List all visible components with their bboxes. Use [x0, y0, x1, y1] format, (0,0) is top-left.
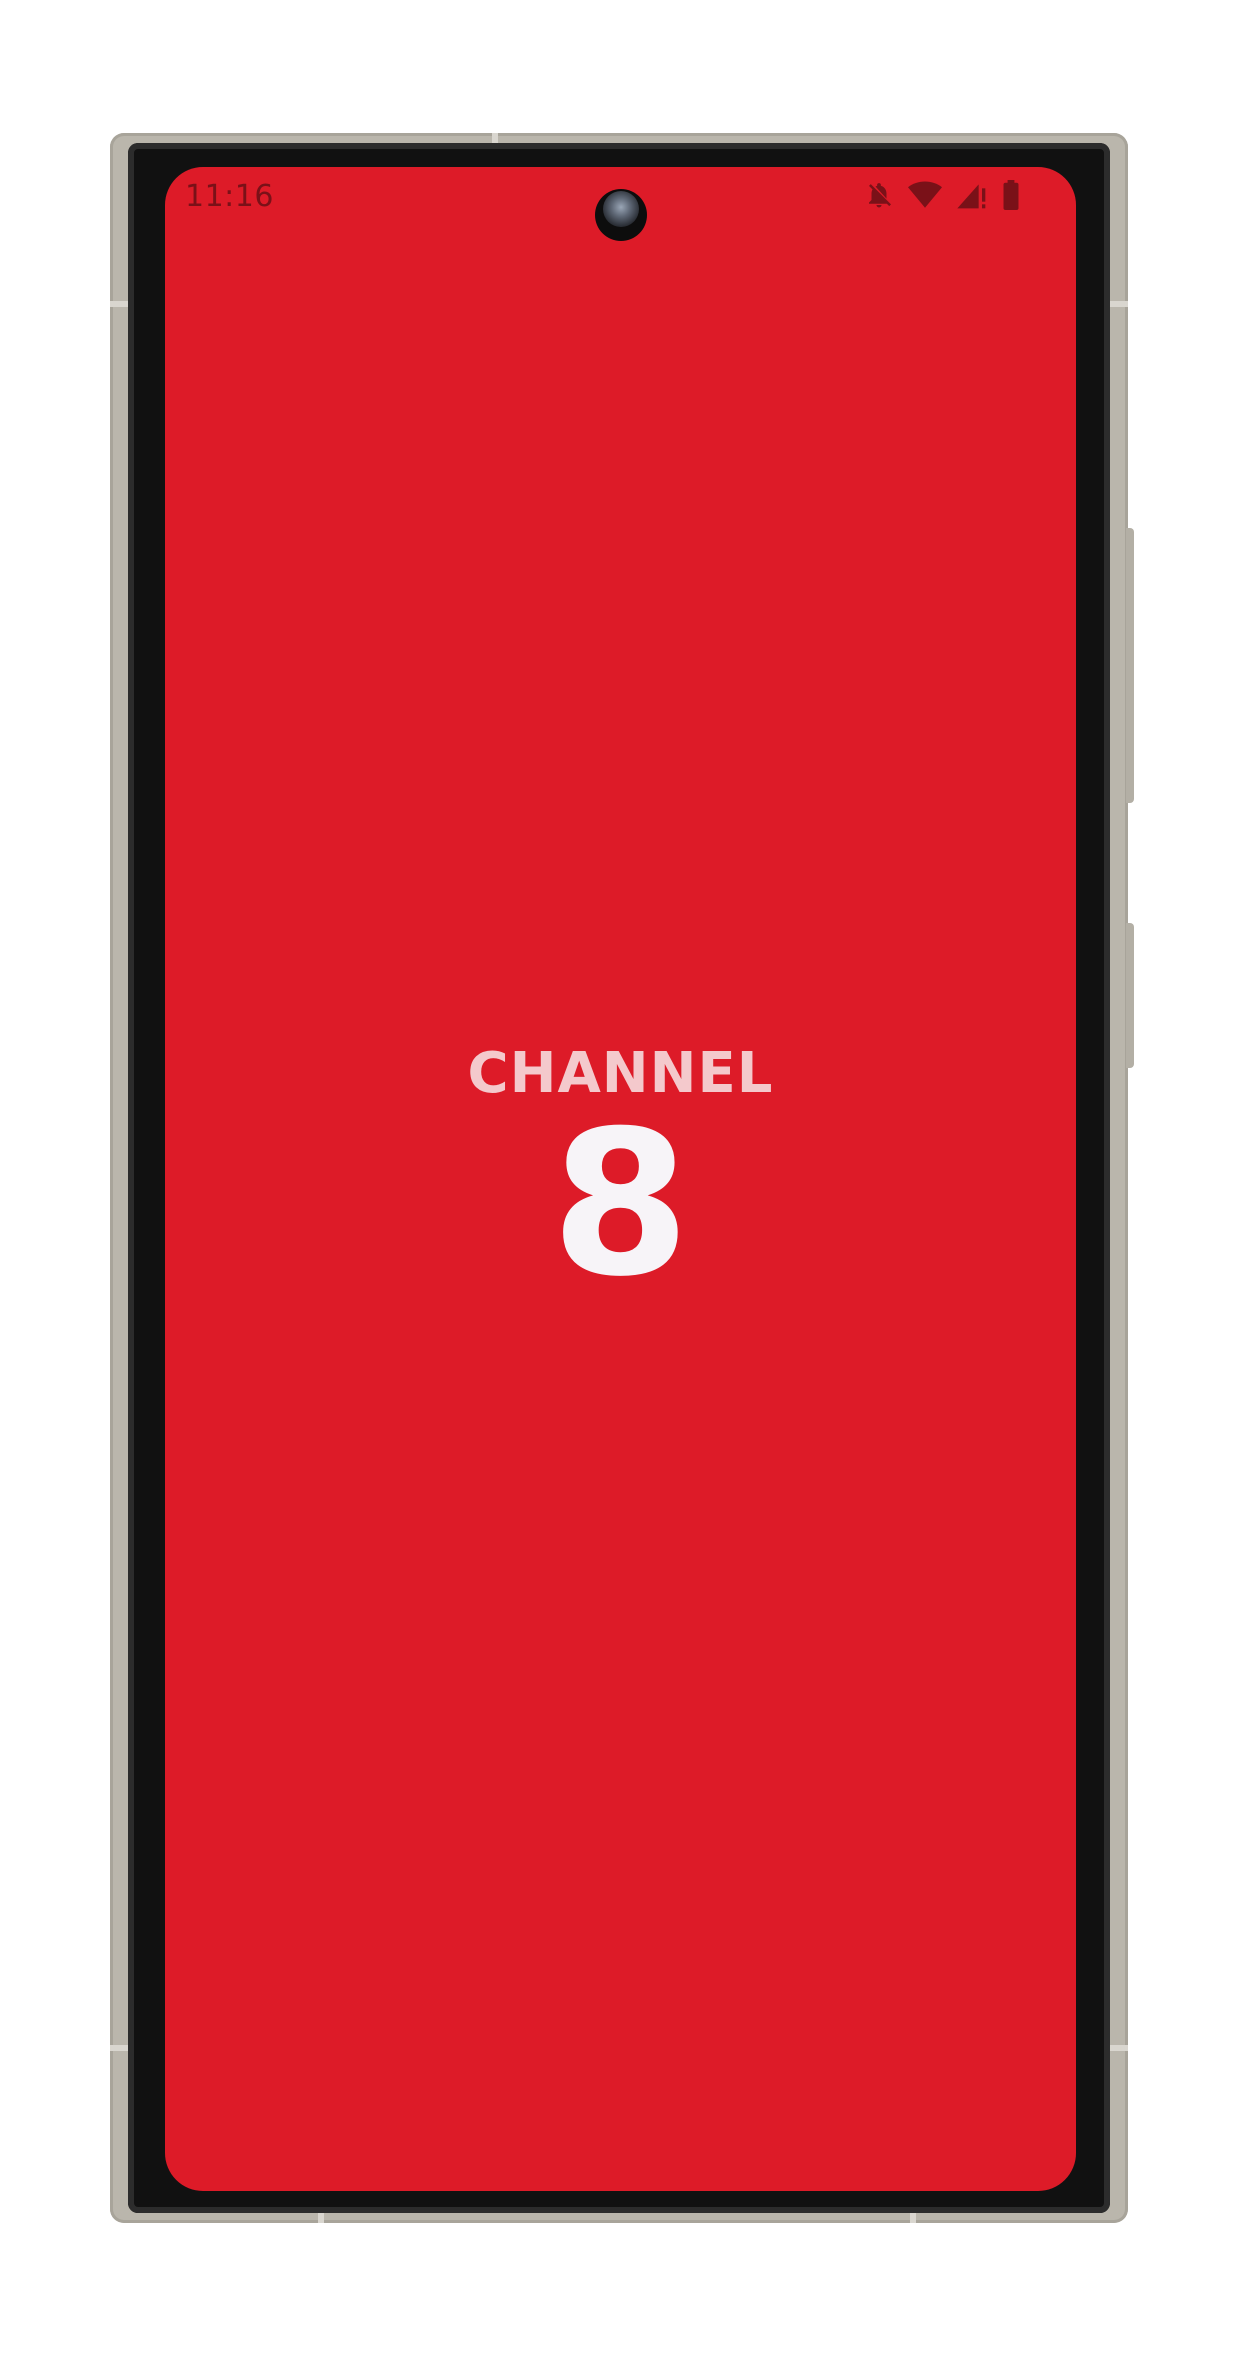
splash-screen[interactable]: 11:16 CHANNEL 8 — [165, 167, 1076, 2191]
battery-icon — [1002, 180, 1020, 210]
antenna-line — [910, 2213, 916, 2223]
channel-logo: CHANNEL 8 — [165, 1042, 1076, 1321]
antenna-line — [110, 2045, 128, 2051]
front-camera — [595, 189, 647, 241]
status-time: 11:16 — [185, 179, 274, 214]
volume-button — [1126, 923, 1134, 1068]
wifi-icon — [908, 180, 942, 210]
camera-lens — [603, 191, 639, 227]
antenna-line — [1110, 301, 1128, 307]
notifications-off-icon — [864, 180, 894, 210]
antenna-line — [110, 301, 128, 307]
logo-number: 8 — [550, 1088, 691, 1321]
signal-icon — [956, 180, 988, 210]
antenna-line — [318, 2213, 324, 2223]
status-icons — [864, 179, 1020, 211]
antenna-line — [1110, 2045, 1128, 2051]
power-button — [1126, 528, 1134, 803]
antenna-line — [492, 133, 498, 143]
